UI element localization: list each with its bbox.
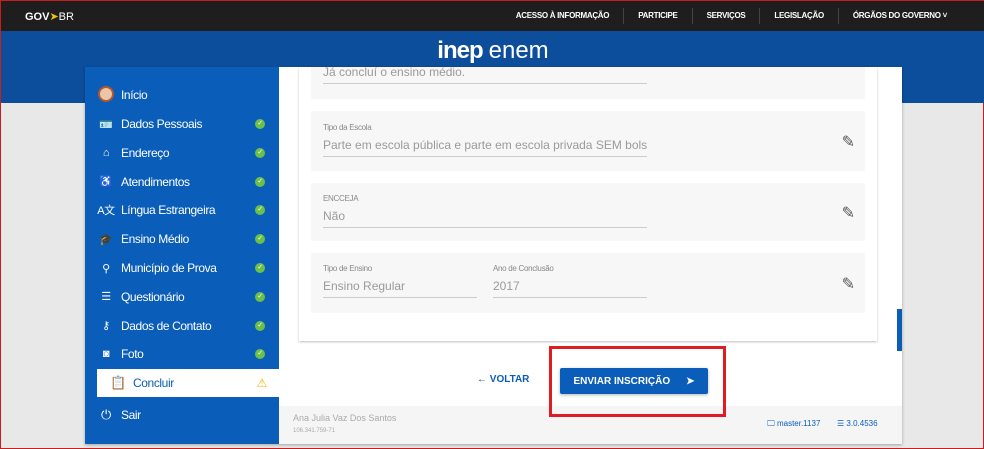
user-cpf: 106.341.759-71 bbox=[293, 428, 336, 434]
graduate-icon: 🎓 bbox=[99, 233, 113, 246]
sidebar-item-dados-de-contato[interactable]: ⚷ Dados de Contato ✓ bbox=[85, 312, 279, 340]
sidebar-item-label: Dados Pessoais bbox=[121, 117, 203, 131]
ano-conclusao-label: Ano de Conclusão bbox=[493, 264, 554, 273]
nav-servicos[interactable]: SERVIÇOS bbox=[691, 8, 760, 24]
edit-icon[interactable]: ✎ bbox=[842, 132, 855, 152]
sidebar-item-label: Língua Estrangeira bbox=[121, 203, 216, 218]
field-box-tipo-ensino: Tipo de Ensino Ensino Regular Ano de Conc… bbox=[311, 253, 865, 313]
sidebar-item-label: Endereço bbox=[121, 145, 170, 160]
tipo-escola-value: Parte em escola pública e parte em escol… bbox=[323, 132, 647, 157]
chevron-down-icon: ˅ bbox=[942, 11, 948, 20]
edit-icon[interactable]: ✎ bbox=[842, 203, 855, 223]
check-circle-icon: ✓ bbox=[255, 119, 265, 129]
sidebar-item-questionário[interactable]: ☰ Questionário ✓ bbox=[85, 283, 279, 311]
highlight-box bbox=[549, 346, 726, 417]
nav-acesso-informacao[interactable]: ACESSO À INFORMAÇÃO bbox=[502, 8, 623, 24]
nav-legislacao[interactable]: LEGISLAÇÃO bbox=[759, 8, 837, 24]
sidebar-item-label: Município de Prova bbox=[121, 261, 217, 275]
check-circle-icon: ✓ bbox=[255, 320, 265, 331]
home-icon: ⌂ bbox=[102, 146, 110, 159]
power-icon: ⏻ bbox=[101, 407, 111, 422]
nav-orgaos-governo[interactable]: ÓRGÃOS DO GOVERNO ˅ bbox=[837, 8, 961, 24]
tipo-ensino-value: Ensino Regular bbox=[323, 273, 477, 298]
language-icon: A文 bbox=[97, 205, 115, 218]
check-circle-icon: ✓ bbox=[255, 291, 265, 302]
wheelchair-icon: ♿ bbox=[99, 176, 113, 189]
check-circle-icon: ✓ bbox=[255, 234, 265, 245]
sidebar-item-label: Início bbox=[121, 88, 148, 102]
sidebar-item-sair[interactable]: ⏻ Sair bbox=[85, 401, 279, 429]
server-icon: ☰ bbox=[837, 419, 845, 428]
sidebar: Início 🪪 Dados Pessoais ✓ ⌂ Endereço ✓ ♿ Atendi… bbox=[85, 67, 279, 444]
sidebar-item-label: Atendimentos bbox=[121, 174, 190, 189]
sidebar-item-label: Dados de Contato bbox=[121, 318, 212, 333]
encceja-label: ENCCEJA bbox=[323, 194, 359, 203]
sidebar-item-ensino-médio[interactable]: 🎓 Ensino Médio ✓ bbox=[85, 225, 279, 253]
back-button[interactable]: ← VOLTAR bbox=[477, 374, 529, 385]
tipo-escola-label: Tipo da Escola bbox=[323, 123, 372, 132]
sidebar-item-concluir[interactable]: 📋 Concluir ⚠ bbox=[97, 369, 279, 397]
user-name: Ana Julia Vaz Dos Santos bbox=[293, 413, 397, 423]
clipboard-check-icon: 📋 bbox=[110, 375, 126, 390]
sidebar-item-dados-pessoais[interactable]: 🪪 Dados Pessoais ✓ bbox=[85, 110, 279, 138]
version-info: ☰ 3.0.4536 bbox=[837, 419, 878, 428]
encceja-value: Não bbox=[323, 203, 647, 228]
map-icon: ⚲ bbox=[102, 262, 110, 275]
sidebar-item-label: Concluir bbox=[133, 376, 174, 390]
ano-conclusao-value: 2017 bbox=[493, 273, 647, 298]
ensino-medio-value: Já concluí o ensino médio. bbox=[323, 59, 647, 84]
gov-topbar: GOV➤BR ACESSO À INFORMAÇÃO PARTICIPE SER… bbox=[1, 1, 984, 31]
sidebar-item-endereço[interactable]: ⌂ Endereço ✓ bbox=[85, 139, 279, 167]
sidebar-item-foto[interactable]: ◙ Foto ✓ bbox=[85, 340, 279, 368]
tipo-ensino-label: Tipo de Ensino bbox=[323, 264, 372, 273]
check-circle-icon: ✓ bbox=[255, 205, 265, 216]
camera-icon: ◙ bbox=[102, 348, 110, 361]
avatar bbox=[97, 85, 115, 105]
gov-br-logo[interactable]: GOV➤BR bbox=[25, 10, 74, 23]
field-box-tipo-escola: Tipo da Escola Parte em escola pública e … bbox=[311, 111, 865, 171]
sidebar-item-língua-estrangeira[interactable]: A文 Língua Estrangeira ✓ bbox=[85, 196, 279, 224]
check-circle-icon: ✓ bbox=[255, 147, 265, 158]
check-circle-icon: ✓ bbox=[255, 176, 265, 187]
sidebar-item-label: Sair bbox=[121, 408, 141, 422]
sidebar-item-label: Questionário bbox=[121, 289, 185, 304]
warning-icon: ⚠ bbox=[256, 376, 268, 390]
field-box-encceja: ENCCEJA Não ✎ bbox=[311, 183, 865, 241]
sidebar-item-município-de-prova[interactable]: ⚲ Município de Prova ✓ bbox=[85, 254, 279, 282]
sidebar-item-atendimentos[interactable]: ♿ Atendimentos ✓ bbox=[85, 168, 279, 196]
nav-participe[interactable]: PARTICIPE bbox=[623, 8, 691, 24]
gov-nav: ACESSO À INFORMAÇÃO PARTICIPE SERVIÇOS L… bbox=[502, 1, 961, 31]
check-circle-icon: ✓ bbox=[255, 263, 265, 273]
sidebar-item-inicio[interactable]: Início bbox=[85, 81, 279, 109]
monitor-icon: 🖵 bbox=[767, 419, 775, 428]
id-card-icon: 🪪 bbox=[99, 118, 113, 131]
field-box-ensino-medio: Já concluí o ensino médio. bbox=[311, 65, 865, 99]
clipboard-list-icon: ☰ bbox=[101, 291, 111, 304]
sidebar-item-label: Foto bbox=[121, 347, 144, 362]
sidebar-item-label: Ensino Médio bbox=[121, 232, 189, 247]
edit-icon[interactable]: ✎ bbox=[842, 274, 855, 294]
main-card: Início 🪪 Dados Pessoais ✓ ⌂ Endereço ✓ ♿ Atendi… bbox=[85, 65, 902, 444]
key-icon: ⚷ bbox=[102, 320, 110, 333]
summary-panel: Já concluí o ensino médio. Tipo da Escol… bbox=[299, 65, 877, 341]
build-info: 🖵 master.1137 bbox=[767, 419, 821, 428]
check-circle-icon: ✓ bbox=[255, 349, 265, 360]
scrollbar[interactable] bbox=[897, 309, 902, 351]
